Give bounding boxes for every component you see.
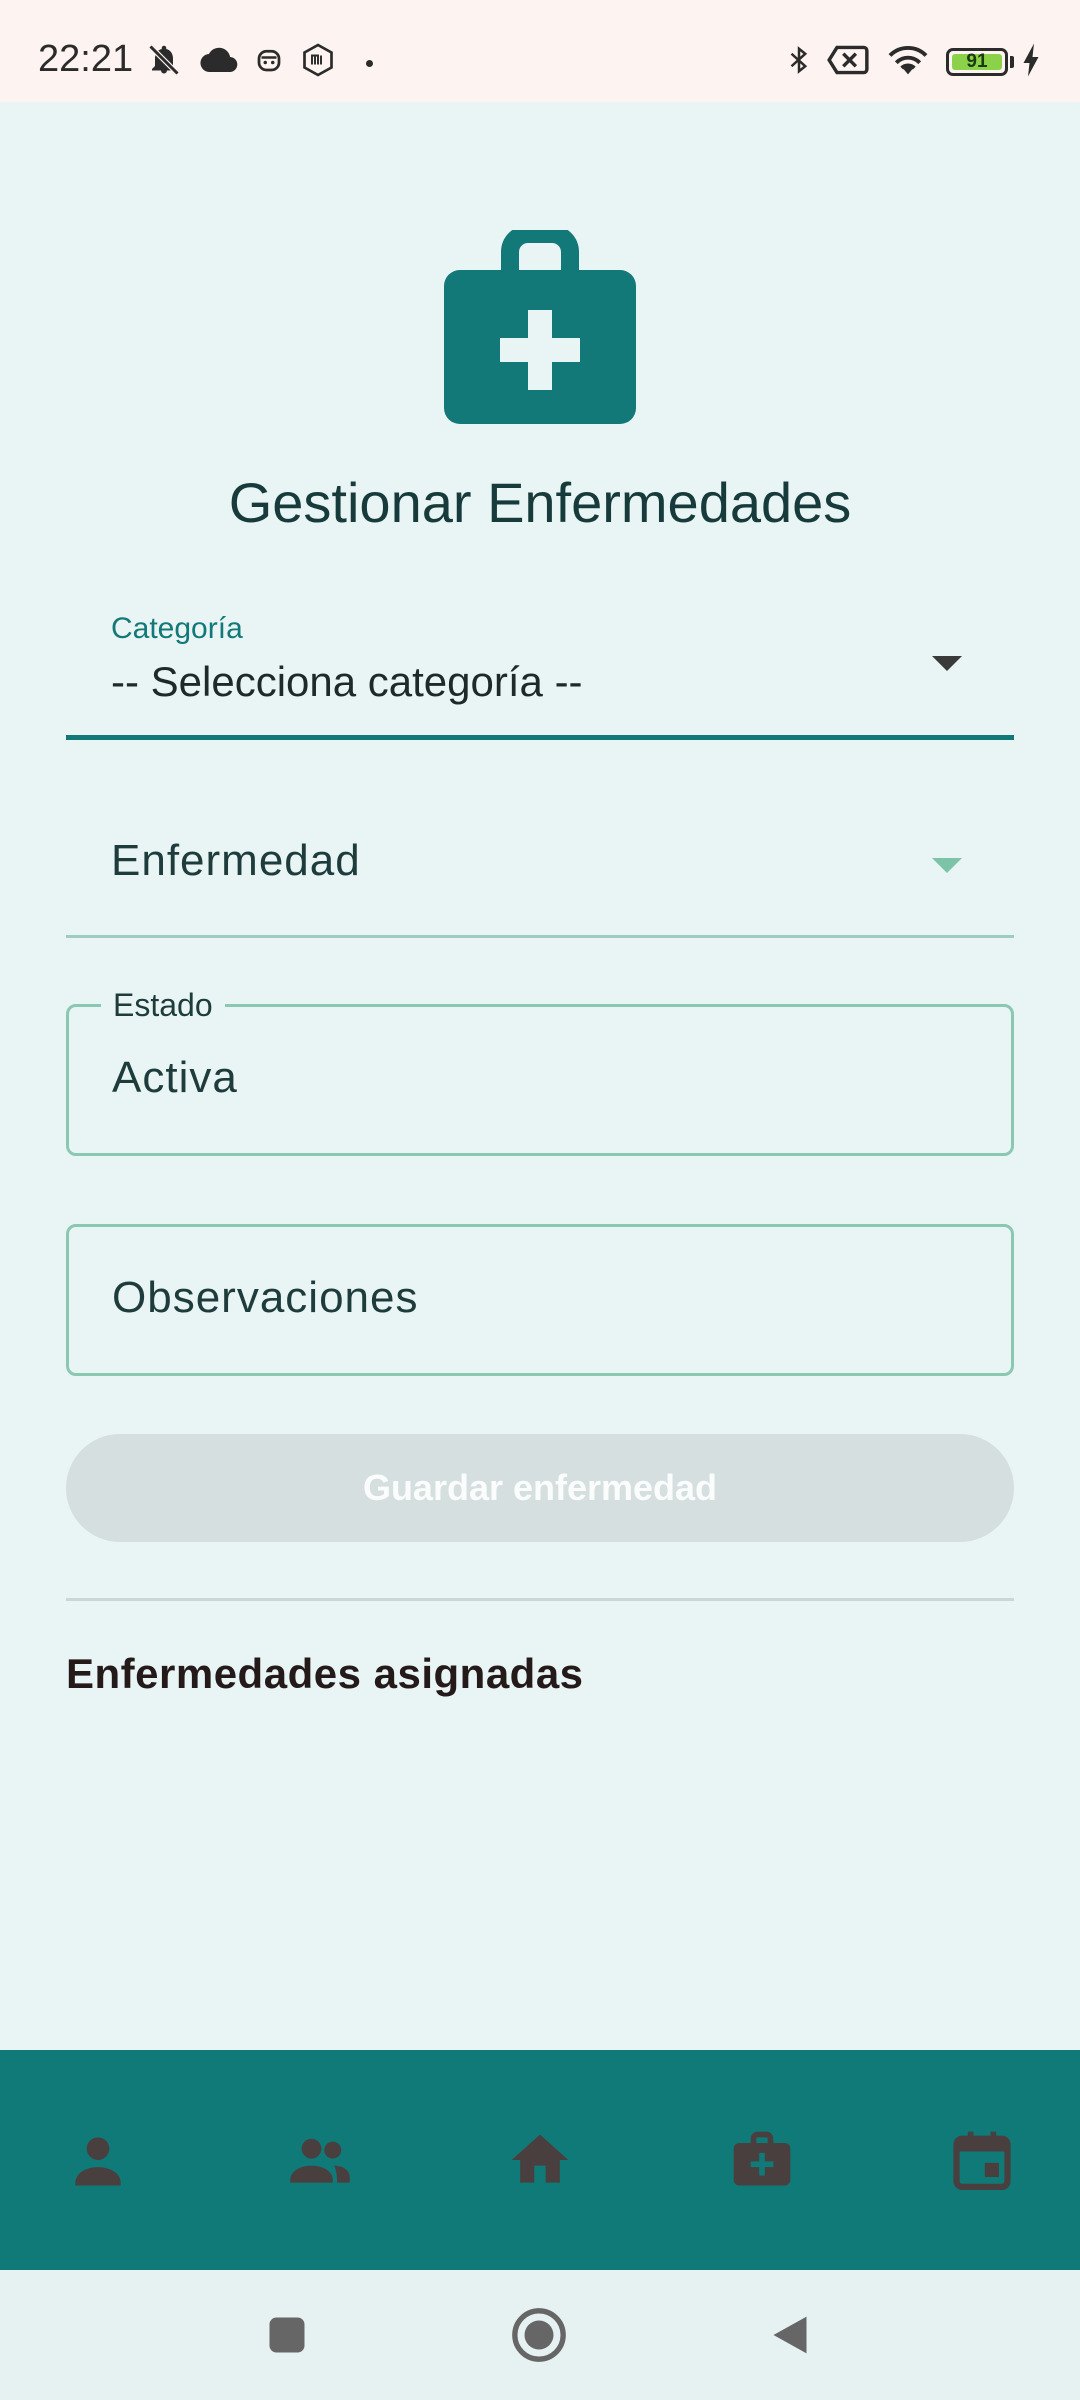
recents-icon[interactable] <box>266 2314 308 2356</box>
assigned-diseases-title: Enfermedades asignadas <box>66 1650 584 1697</box>
status-value: Activa <box>112 1053 238 1102</box>
status-field[interactable]: Estado Activa <box>66 985 1014 1156</box>
category-dropdown[interactable]: Categoría -- Selecciona categoría -- <box>66 596 1014 740</box>
person-icon[interactable] <box>64 2126 132 2194</box>
wifi-icon <box>888 45 928 75</box>
category-value: -- Selecciona categoría -- <box>111 658 583 705</box>
status-bar: 22:21 91 <box>0 0 1080 102</box>
group-icon[interactable] <box>286 2126 354 2194</box>
disease-label: Enfermedad <box>111 836 361 885</box>
medical-kit-icon <box>444 230 636 424</box>
observations-field[interactable]: Observaciones <box>66 1224 1014 1376</box>
system-nav-bar <box>0 2270 1080 2400</box>
observations-placeholder: Observaciones <box>112 1273 419 1322</box>
page-title: Gestionar Enfermedades <box>228 471 852 534</box>
category-label: Categoría <box>111 612 243 645</box>
save-disease-button[interactable]: Guardar enfermedad <box>66 1434 1014 1542</box>
dropdown-arrow-icon <box>932 656 962 671</box>
notification-dot <box>366 60 373 67</box>
home-icon[interactable] <box>506 2126 574 2194</box>
charging-icon <box>1023 43 1039 77</box>
battery-percent: 91 <box>966 51 988 72</box>
robot-icon <box>257 49 281 72</box>
battery-icon: 91 <box>946 48 1008 76</box>
status-time: 22:21 <box>38 38 134 80</box>
back-icon[interactable] <box>768 2312 812 2358</box>
status-label: Estado <box>101 985 225 1025</box>
bottom-nav <box>0 2050 1080 2270</box>
medical-kit-icon[interactable] <box>728 2126 796 2194</box>
bluetooth-icon <box>790 46 808 74</box>
mi-icon <box>303 43 333 77</box>
cloud-icon <box>200 47 238 73</box>
disease-dropdown[interactable]: Enfermedad <box>66 796 1014 938</box>
divider <box>66 1598 1014 1601</box>
no-sim-icon <box>827 45 869 75</box>
dnd-icon <box>148 44 180 76</box>
home-button-icon[interactable] <box>510 2306 568 2364</box>
dropdown-arrow-icon <box>932 858 962 873</box>
calendar-icon[interactable] <box>948 2126 1016 2194</box>
